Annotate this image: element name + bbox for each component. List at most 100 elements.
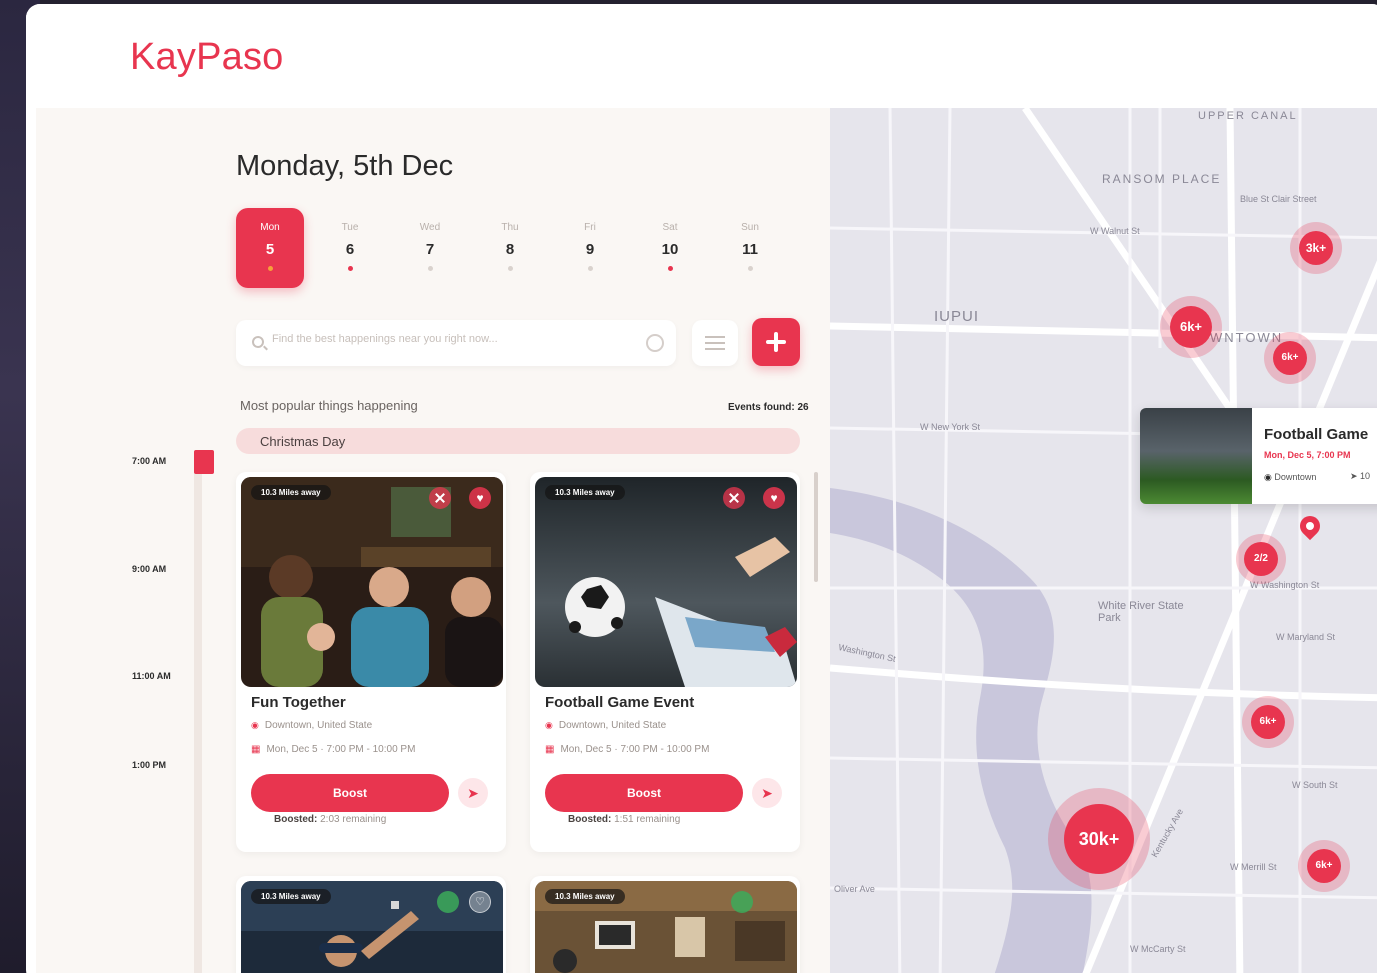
app-logo[interactable]: KayPaso <box>130 36 284 79</box>
event-location: Downtown, United State <box>545 720 666 731</box>
distance-badge: 10.3 Miles away <box>251 485 331 500</box>
boost-button[interactable]: Boost <box>545 774 743 812</box>
distance-badge: 10.3 Miles away <box>251 889 331 904</box>
map-cluster[interactable]: 3k+ <box>1290 222 1342 274</box>
event-photo-bar <box>241 477 503 687</box>
event-photo-football <box>535 477 797 687</box>
day-number: 9 <box>585 241 595 258</box>
day-fri[interactable]: Fri 9 <box>556 208 624 288</box>
event-dot <box>267 266 273 271</box>
event-location: Downtown, United State <box>251 720 372 731</box>
add-event-button[interactable] <box>752 318 800 366</box>
map-label: Blue St Clair Street <box>1240 194 1317 204</box>
day-name: Sun <box>741 222 759 233</box>
search-input[interactable] <box>272 333 632 345</box>
event-card[interactable]: 10.3 Miles away <box>530 876 800 973</box>
popup-date: Mon, Dec 5, 7:00 PM <box>1264 450 1351 460</box>
day-thu[interactable]: Thu 8 <box>476 208 544 288</box>
filter-icon-line <box>705 348 725 350</box>
map-label: W Merrill St <box>1230 862 1277 872</box>
event-card[interactable]: 10.3 Miles away ♡ <box>236 876 506 973</box>
map-label: W New York St <box>920 422 981 432</box>
cluster-count: 6k+ <box>1273 341 1307 375</box>
send-icon[interactable]: ➤ <box>752 778 782 808</box>
map-event-popup[interactable]: Football Game Mon, Dec 5, 7:00 PM Downto… <box>1140 408 1377 504</box>
timeline-track <box>194 450 202 973</box>
boost-button[interactable]: Boost <box>251 774 449 812</box>
heart-icon[interactable]: ♡ <box>469 891 491 913</box>
day-number: 11 <box>742 241 758 258</box>
event-card[interactable]: 10.3 Miles away ♥ Fun Together Downtown,… <box>236 472 506 852</box>
boosted-label: Boosted: <box>568 814 612 825</box>
day-name: Mon <box>260 222 280 233</box>
map-label: White River State Park <box>1098 600 1184 624</box>
music-icon[interactable] <box>731 891 753 913</box>
boosted-status: Boosted: 2:03 remaining <box>274 814 386 825</box>
app-header: KayPaso <box>26 4 1377 108</box>
map-label: W Walnut St <box>1090 226 1140 236</box>
event-image: 10.3 Miles away ♡ <box>241 881 503 973</box>
time-label-2: 9:00 AM <box>132 564 167 574</box>
popup-share[interactable]: ➤ 10 <box>1350 471 1370 482</box>
day-number: 10 <box>661 241 679 258</box>
day-tue[interactable]: Tue 6 <box>316 208 384 288</box>
page-title: Monday, 5th Dec <box>236 150 454 182</box>
map-cluster[interactable]: 6k+ <box>1264 332 1316 384</box>
send-icon: ➤ <box>1350 471 1361 481</box>
map-cluster[interactable]: 6k+ <box>1160 296 1222 358</box>
events-found-count: Events found: 26 <box>728 402 809 413</box>
map-cluster[interactable]: 6k+ <box>1298 840 1350 892</box>
day-number: 5 <box>265 241 275 258</box>
logo-text: KayPaso <box>130 36 284 78</box>
music-icon[interactable] <box>437 891 459 913</box>
map-label: RANSOM PLACE <box>1102 172 1222 186</box>
event-dot <box>427 266 433 271</box>
event-title: Fun Together <box>251 694 346 711</box>
cluster-count: 2/2 <box>1244 542 1278 576</box>
day-wed[interactable]: Wed 7 <box>396 208 464 288</box>
day-mon[interactable]: Mon 5 <box>236 208 304 288</box>
holiday-banner: Christmas Day <box>236 428 800 454</box>
time-label-1: 7:00 AM <box>132 456 167 466</box>
event-time: Mon, Dec 5 · 7:00 PM - 10:00 PM <box>251 744 415 755</box>
dismiss-icon[interactable] <box>723 487 745 509</box>
event-card[interactable]: 10.3 Miles away ♥ Football Game Event Do… <box>530 472 800 852</box>
map-cluster[interactable]: 6k+ <box>1242 696 1294 748</box>
event-image: 10.3 Miles away <box>535 881 797 973</box>
popup-title: Football Game <box>1264 426 1369 443</box>
popup-share-count: 10 <box>1360 471 1371 481</box>
event-title: Football Game Event <box>545 694 695 711</box>
events-map[interactable]: UPPER CANAL RANSOM PLACE IUPUI WNTOWN Wh… <box>830 108 1377 973</box>
filter-icon-line <box>705 342 725 344</box>
event-image: 10.3 Miles away ♥ <box>241 477 503 687</box>
day-sat[interactable]: Sat 10 <box>636 208 704 288</box>
cluster-count: 30k+ <box>1064 804 1134 874</box>
day-number: 7 <box>425 241 435 258</box>
day-number: 6 <box>345 241 355 258</box>
filter-button[interactable] <box>692 320 738 366</box>
distance-badge: 10.3 Miles away <box>545 485 625 500</box>
map-cluster[interactable]: 2/2 <box>1236 534 1286 584</box>
time-label-3: 11:00 AM <box>132 671 171 681</box>
map-label: W McCarty St <box>1130 944 1186 954</box>
dismiss-icon[interactable] <box>429 487 451 509</box>
cluster-count: 6k+ <box>1307 849 1341 883</box>
map-label: UPPER CANAL <box>1198 110 1298 122</box>
scrollbar[interactable] <box>814 472 818 582</box>
boosted-label: Boosted: <box>274 814 318 825</box>
map-cluster[interactable]: 30k+ <box>1048 788 1150 890</box>
day-name: Thu <box>501 222 519 233</box>
day-sun[interactable]: Sun 11 <box>716 208 784 288</box>
section-heading: Most popular things happening <box>240 398 418 413</box>
filter-icon <box>705 336 725 338</box>
event-dot <box>507 266 513 271</box>
heart-icon[interactable]: ♥ <box>763 487 785 509</box>
events-panel: 7:00 AM 9:00 AM 11:00 AM 1:00 PM Monday,… <box>36 108 830 973</box>
day-name: Wed <box>419 222 441 233</box>
clear-icon[interactable] <box>646 334 664 352</box>
app-window: KayPaso 7:00 AM 9:00 AM 11:00 AM 1:00 PM… <box>26 4 1377 973</box>
heart-icon[interactable]: ♥ <box>469 487 491 509</box>
event-image: 10.3 Miles away ♥ <box>535 477 797 687</box>
search-bar <box>236 320 676 366</box>
send-icon[interactable]: ➤ <box>458 778 488 808</box>
